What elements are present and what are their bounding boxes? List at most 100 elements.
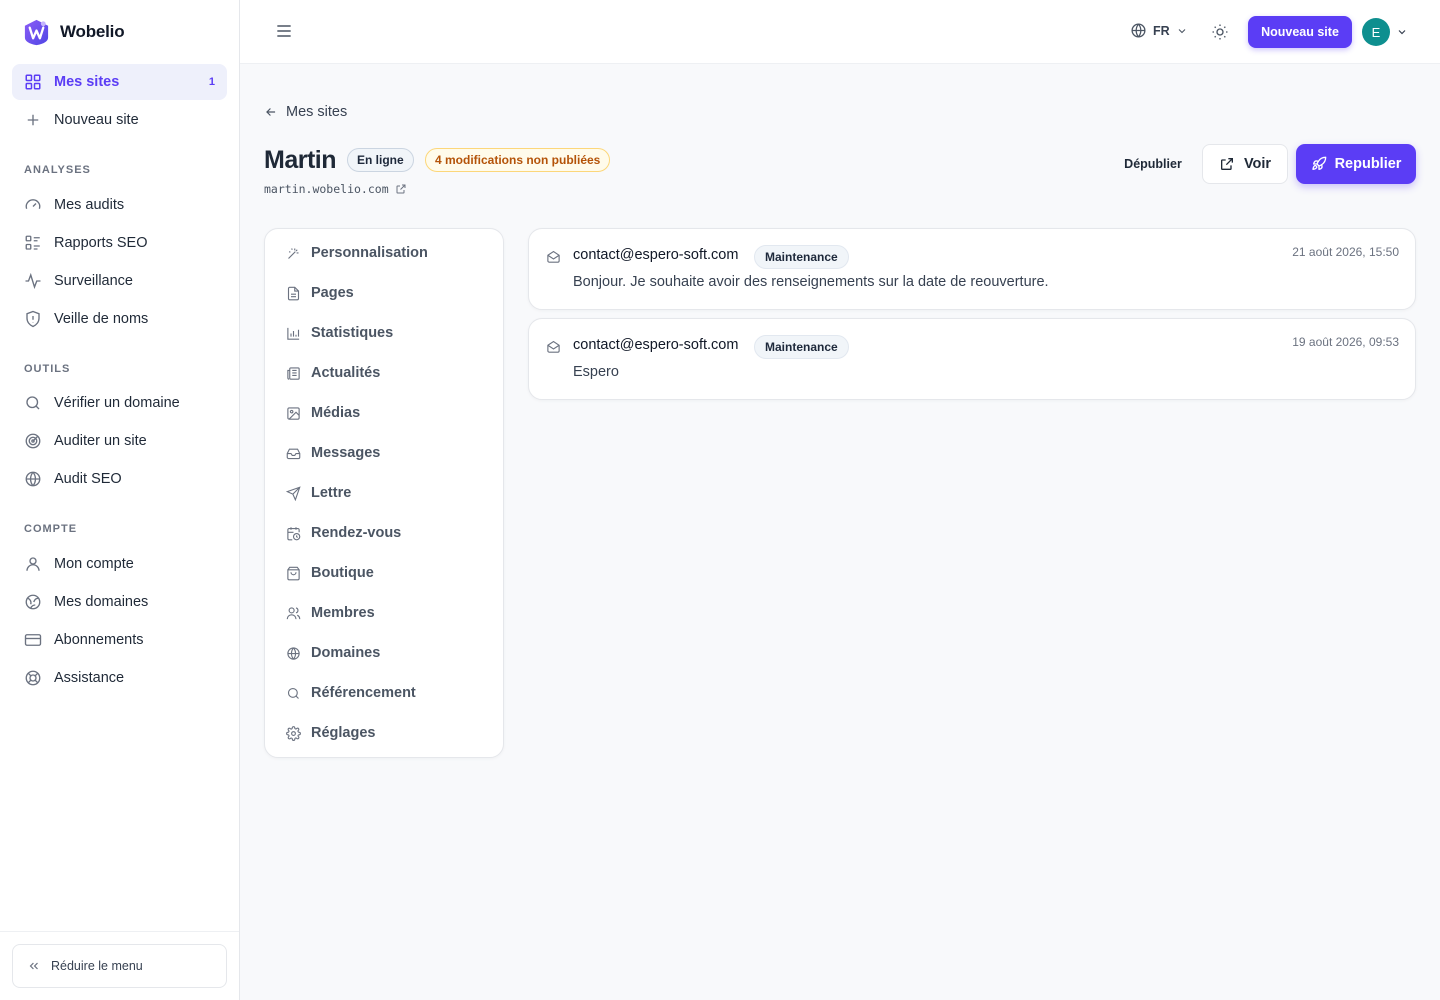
message-item[interactable]: contact@espero-soft.com Maintenance 21 a…: [528, 228, 1416, 310]
brand-name: Wobelio: [60, 22, 125, 41]
sidebar-item-name-watch[interactable]: Veille de noms: [12, 301, 227, 337]
message-tag: Maintenance: [754, 245, 849, 269]
site-menu-item-news[interactable]: Actualités: [277, 355, 493, 391]
sidebar-item-subscriptions[interactable]: Abonnements: [12, 622, 227, 658]
site-menu-item-messages[interactable]: Messages: [277, 435, 493, 471]
radar-icon: [25, 433, 41, 449]
unpublish-button[interactable]: Dépublier: [1112, 144, 1194, 184]
sidebar-item-support[interactable]: Assistance: [12, 660, 227, 696]
lifebuoy-icon: [25, 670, 41, 686]
sidebar-item-label: Rapports SEO: [54, 235, 148, 251]
search-icon: [26, 396, 40, 410]
gauge-icon: [25, 199, 41, 209]
site-menu-item-shop[interactable]: Boutique: [277, 555, 493, 591]
language-selector[interactable]: FR: [1130, 22, 1188, 39]
grid-icon: [25, 74, 41, 90]
republish-button-label: Republier: [1334, 156, 1402, 172]
site-menu-item-customization[interactable]: Personnalisation: [277, 235, 493, 271]
brand[interactable]: Wobelio: [22, 17, 125, 47]
message-item[interactable]: contact@espero-soft.com Maintenance 19 a…: [528, 318, 1416, 400]
sidebar-divider: [0, 931, 239, 932]
sidebar-item-my-domains[interactable]: Mes domaines: [12, 584, 227, 620]
collapse-menu-button[interactable]: Réduire le menu: [12, 944, 227, 988]
external-link-icon: [1220, 158, 1233, 170]
sidebar: Wobelio Mes sites 1 Nouveau site ANALYSE…: [0, 0, 240, 1000]
message-preview: Bonjour. Je souhaite avoir des renseigne…: [573, 274, 1049, 290]
sidebar-item-label: Audit SEO: [54, 471, 122, 487]
site-menu-label: Pages: [311, 285, 354, 301]
site-menu-label: Personnalisation: [311, 245, 428, 261]
site-menu-item-newsletter[interactable]: Lettre: [277, 475, 493, 511]
view-site-button[interactable]: Voir: [1202, 144, 1288, 184]
sidebar-item-new-site[interactable]: Nouveau site: [12, 102, 227, 138]
back-to-sites-link[interactable]: Mes sites: [264, 104, 347, 120]
report-icon: [25, 235, 40, 250]
republish-button[interactable]: Republier: [1296, 144, 1416, 184]
newspaper-icon: [287, 366, 300, 380]
section-compte: COMPTE: [24, 523, 78, 535]
site-menu-label: Réglages: [311, 725, 376, 741]
sidebar-item-label: Mes domaines: [54, 594, 149, 610]
arrow-left-icon: [266, 108, 276, 116]
site-url-link[interactable]: martin.wobelio.com: [264, 182, 407, 196]
message-date: 19 août 2026, 09:53: [1292, 335, 1399, 349]
sidebar-item-label: Veille de noms: [54, 311, 149, 327]
sidebar-item-my-account[interactable]: Mon compte: [12, 546, 227, 582]
chevrons-left-icon: [29, 962, 38, 970]
chevron-down-icon: [1178, 28, 1186, 33]
language-label: FR: [1153, 23, 1170, 38]
users-icon: [286, 606, 301, 619]
inbox-icon: [286, 448, 301, 459]
collapse-menu-label: Réduire le menu: [51, 959, 143, 973]
chevron-down-icon[interactable]: [1396, 26, 1408, 38]
sidebar-item-my-audits[interactable]: Mes audits: [12, 187, 227, 223]
sidebar-item-label: Vérifier un domaine: [54, 395, 180, 411]
hamburger-menu-icon[interactable]: [274, 21, 294, 41]
user-icon: [26, 557, 40, 571]
site-menu-item-media[interactable]: Médias: [277, 395, 493, 431]
sidebar-item-audit-site[interactable]: Auditer un site: [12, 423, 227, 459]
message-sender: contact@espero-soft.com: [573, 337, 739, 353]
shopping-bag-icon: [287, 566, 300, 580]
view-button-label: Voir: [1243, 156, 1272, 172]
avatar[interactable]: E: [1362, 18, 1390, 46]
external-link-icon: [396, 184, 406, 194]
sidebar-item-monitoring[interactable]: Surveillance: [12, 263, 227, 299]
image-icon: [287, 406, 300, 420]
sun-icon[interactable]: [1211, 23, 1229, 41]
site-menu-item-statistics[interactable]: Statistiques: [277, 315, 493, 351]
page-title: Martin: [264, 146, 337, 174]
site-menu-item-domains[interactable]: Domaines: [277, 635, 493, 671]
globe-icon: [25, 471, 41, 487]
message-date: 21 août 2026, 15:50: [1292, 245, 1399, 259]
activity-icon: [25, 272, 41, 290]
section-outils: OUTILS: [24, 363, 71, 375]
shield-icon: [26, 310, 40, 328]
site-menu-item-pages[interactable]: Pages: [277, 275, 493, 311]
globe-grid-icon: [25, 594, 41, 610]
sidebar-item-check-domain[interactable]: Vérifier un domaine: [12, 385, 227, 421]
magic-wand-icon: [288, 247, 299, 259]
sidebar-item-label: Mes sites: [54, 74, 120, 90]
site-menu-item-members[interactable]: Membres: [277, 595, 493, 631]
sidebar-item-label: Mes audits: [54, 197, 125, 213]
site-menu-item-seo[interactable]: Référencement: [277, 675, 493, 711]
sidebar-item-my-sites[interactable]: Mes sites 1: [12, 64, 227, 100]
globe-icon: [1131, 23, 1146, 38]
send-icon: [286, 485, 301, 501]
unpublished-changes-badge: 4 modifications non publiées: [425, 148, 611, 172]
mail-open-icon: [547, 250, 560, 263]
site-menu-label: Statistiques: [311, 325, 394, 341]
sidebar-item-seo-reports[interactable]: Rapports SEO: [12, 225, 227, 261]
section-analyses: ANALYSES: [24, 164, 91, 176]
site-menu-item-settings[interactable]: Réglages: [277, 715, 493, 751]
sidebar-item-audit-seo[interactable]: Audit SEO: [12, 461, 227, 497]
message-tag: Maintenance: [754, 335, 849, 359]
site-menu-item-appointments[interactable]: Rendez-vous: [277, 515, 493, 551]
site-menu-label: Rendez-vous: [311, 525, 402, 541]
file-icon: [287, 286, 300, 300]
globe-icon: [287, 646, 300, 660]
new-site-button[interactable]: Nouveau site: [1248, 16, 1352, 48]
site-menu: Personnalisation Pages Statistiques Actu…: [264, 228, 504, 758]
back-link-label: Mes sites: [286, 104, 348, 120]
